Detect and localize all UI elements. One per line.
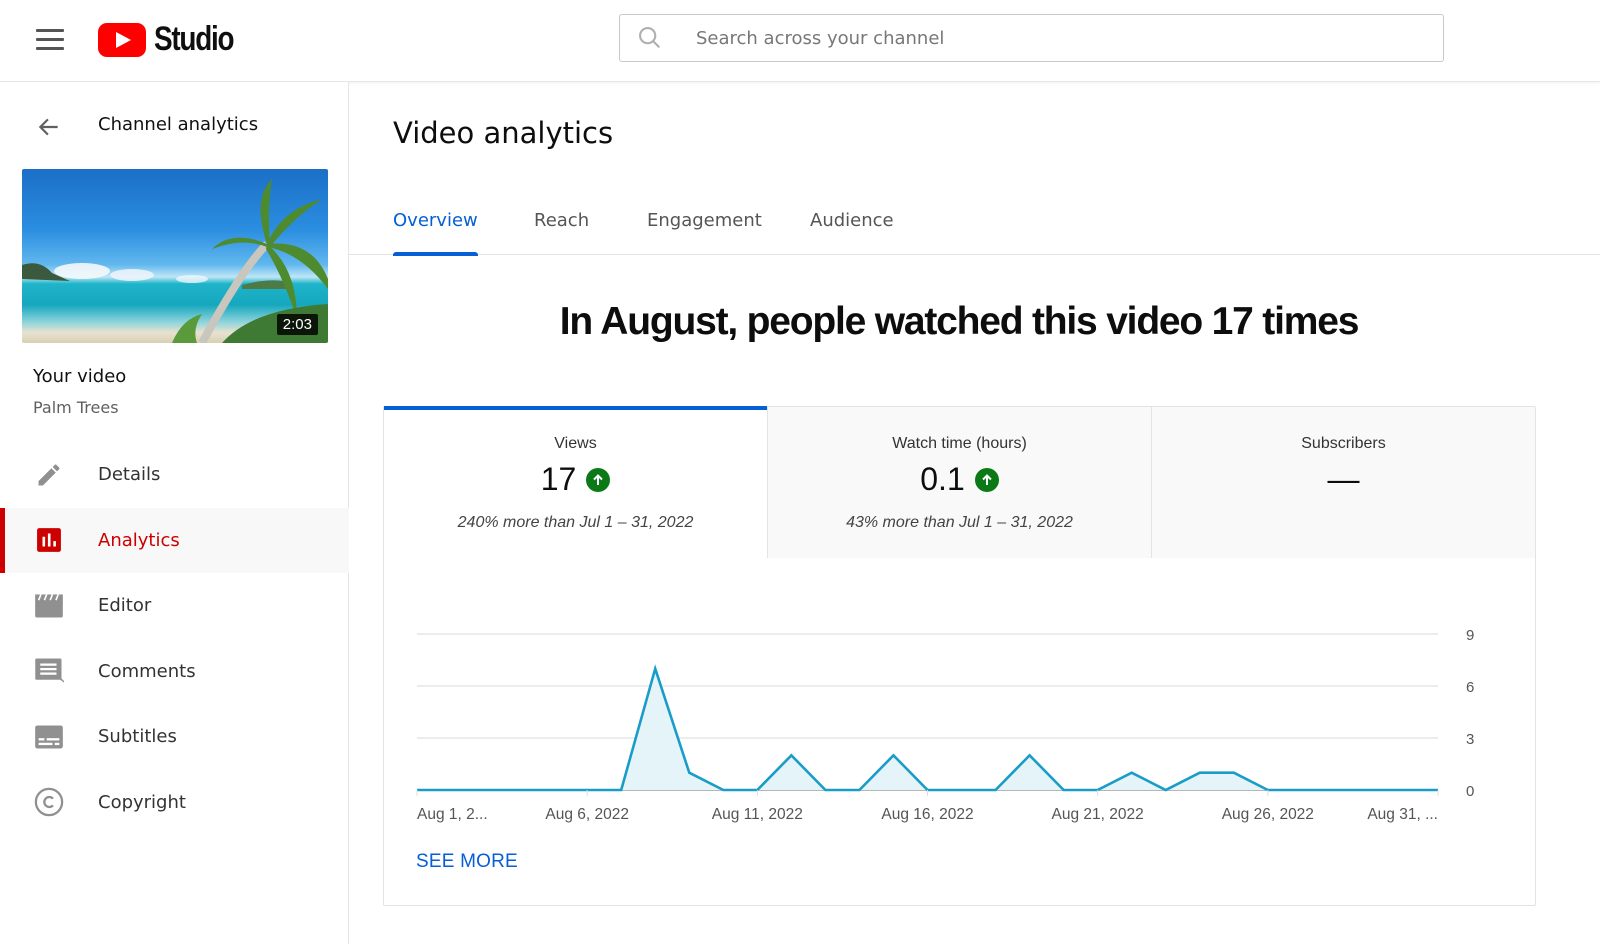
- sidebar-item-subtitles[interactable]: Subtitles: [0, 704, 349, 770]
- x-tick-label: Aug 26, 2022: [1222, 806, 1314, 823]
- sidebar-item-label: Details: [98, 464, 161, 486]
- metric-label: Views: [554, 435, 597, 452]
- tab-audience[interactable]: Audience: [810, 210, 894, 255]
- sidebar-item-label: Analytics: [98, 529, 180, 551]
- search-box[interactable]: [619, 14, 1444, 62]
- sidebar-nav: Details Analytics Editor Comments Subtit…: [0, 442, 349, 835]
- search-icon: [620, 24, 680, 52]
- video-name: Palm Trees: [33, 398, 119, 417]
- analytics-icon: [34, 525, 64, 555]
- metric-value: 17: [540, 461, 577, 497]
- page-title: Video analytics: [393, 116, 614, 150]
- pencil-icon: [34, 460, 64, 490]
- analytics-tabs: Overview Reach Engagement Audience: [349, 190, 1600, 256]
- x-tick-label: Aug 31, ...: [1367, 806, 1438, 823]
- x-tick-label: Aug 16, 2022: [881, 806, 973, 823]
- metric-value: 0.1: [920, 461, 965, 497]
- clapperboard-icon: [34, 591, 64, 621]
- hamburger-menu-icon[interactable]: [30, 22, 70, 56]
- youtube-play-icon: [98, 22, 146, 57]
- video-heading: Your video: [33, 366, 127, 387]
- tab-overview[interactable]: Overview: [393, 210, 478, 256]
- x-tick-label: Aug 6, 2022: [545, 806, 629, 823]
- trend-up-icon: [586, 467, 611, 492]
- metric-comparison: 240% more than Jul 1 – 31, 2022: [457, 514, 694, 531]
- metric-views[interactable]: Views 17 240% more than Jul 1 – 31, 2022: [384, 406, 767, 558]
- metric-value: —: [1327, 461, 1360, 497]
- search-input[interactable]: [696, 27, 1396, 49]
- y-tick-label: 6: [1466, 679, 1474, 696]
- y-tick-label: 3: [1466, 731, 1474, 748]
- views-chart[interactable]: 0 3 6 9 Aug 1, 2... Aug 6, 2022 Aug 11, 2022 Au…: [384, 558, 1535, 848]
- metric-tabs: Views 17 240% more than Jul 1 – 31, 2022…: [384, 406, 1535, 558]
- tab-engagement[interactable]: Engagement: [647, 210, 762, 255]
- video-thumbnail[interactable]: 2:03: [22, 169, 328, 343]
- x-tick-label: Aug 21, 2022: [1052, 806, 1144, 823]
- overview-card: Views 17 240% more than Jul 1 – 31, 2022…: [383, 406, 1536, 906]
- back-label: Channel analytics: [98, 114, 259, 135]
- copyright-icon: [34, 787, 64, 817]
- x-tick-label: Aug 1, 2...: [417, 806, 488, 823]
- logo-text: Studio: [154, 20, 235, 58]
- tab-reach[interactable]: Reach: [534, 210, 589, 255]
- sidebar-item-details[interactable]: Details: [0, 442, 349, 508]
- see-more-link[interactable]: SEE MORE: [416, 851, 518, 873]
- metric-label: Watch time (hours): [892, 435, 1027, 452]
- top-bar: Studio: [0, 0, 1600, 82]
- views-line: [417, 664, 1438, 792]
- video-duration: 2:03: [276, 314, 318, 335]
- sidebar-item-copyright[interactable]: Copyright: [0, 770, 349, 836]
- comment-icon: [34, 656, 64, 686]
- sidebar-item-comments[interactable]: Comments: [0, 639, 349, 705]
- arrow-back-icon[interactable]: [36, 114, 62, 144]
- y-tick-label: 0: [1466, 783, 1474, 800]
- metric-label: Subscribers: [1301, 435, 1386, 452]
- trend-up-icon: [974, 467, 999, 492]
- metric-comparison: 43% more than Jul 1 – 31, 2022: [846, 514, 1073, 531]
- metric-watch-time[interactable]: Watch time (hours) 0.1 43% more than Jul…: [767, 407, 1151, 558]
- sidebar-item-label: Comments: [98, 660, 196, 682]
- sidebar-item-analytics[interactable]: Analytics: [0, 507, 349, 573]
- sidebar-item-label: Editor: [98, 595, 152, 617]
- sidebar-item-label: Copyright: [98, 791, 186, 813]
- summary-headline: In August, people watched this video 17 …: [559, 300, 1360, 343]
- back-to-channel-analytics[interactable]: Channel analytics: [0, 104, 349, 148]
- y-tick-label: 9: [1466, 627, 1474, 644]
- subtitles-icon: [34, 722, 64, 752]
- metric-subscribers[interactable]: Subscribers —: [1151, 407, 1535, 558]
- studio-logo[interactable]: Studio: [98, 20, 251, 59]
- sidebar-item-editor[interactable]: Editor: [0, 573, 349, 639]
- views-area: [417, 668, 1438, 790]
- sidebar: Channel analytics 2:03 Your video Palm T…: [0, 82, 349, 944]
- x-tick-label: Aug 11, 2022: [712, 806, 803, 823]
- sidebar-item-label: Subtitles: [98, 726, 177, 748]
